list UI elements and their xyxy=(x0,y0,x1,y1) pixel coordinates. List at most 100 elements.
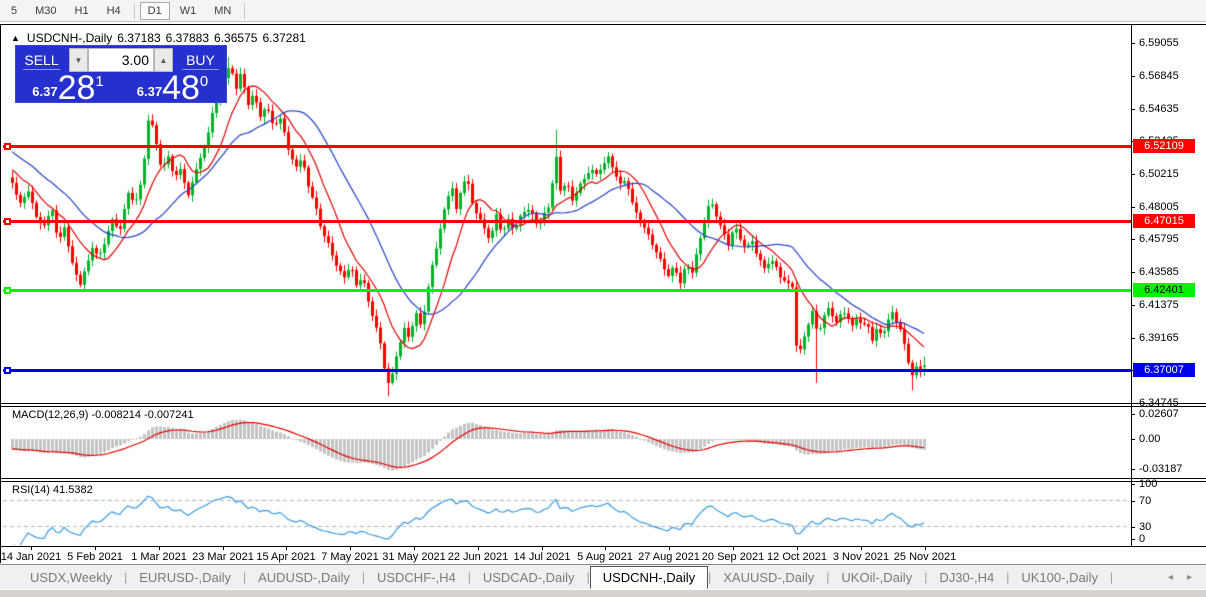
rsi-tick-label: 100 xyxy=(1139,478,1158,490)
symbol-period-label: USDCNH-,Daily xyxy=(26,31,113,45)
timeframe-button-d1[interactable]: D1 xyxy=(139,1,170,20)
rsi-tick-mark xyxy=(1131,526,1135,528)
rsi-tick-mark xyxy=(1131,484,1135,485)
sell-price-button[interactable]: 6.37 28 1 xyxy=(18,69,118,107)
price-tick-label: 6.39165 xyxy=(1139,331,1179,344)
macd-tick-mark xyxy=(1131,439,1135,440)
collapse-trade-panel-icon[interactable]: ▲ xyxy=(11,33,20,43)
chart-tab-bar: USDX,Weekly | EURUSD-,Daily | AUDUSD-,Daily |… xyxy=(0,564,1206,589)
rsi-tick-label: 30 xyxy=(1139,520,1152,533)
rsi-tick-label: 70 xyxy=(1139,494,1152,507)
date-axis-line xyxy=(1,546,1206,547)
price-tick-label: 6.50215 xyxy=(1139,168,1179,181)
rsi-tick-mark xyxy=(1131,539,1135,540)
ohlc-high: 6.37883 xyxy=(165,31,210,45)
price-tick-label: 6.41375 xyxy=(1139,298,1179,311)
chart-tab-dj30-[interactable]: DJ30-,H4 xyxy=(927,567,1006,588)
price-tick-label: 6.56845 xyxy=(1139,69,1179,82)
buy-price-big: 48 xyxy=(162,69,200,107)
date-tick-mark xyxy=(31,546,32,550)
chart-tab-audusd-[interactable]: AUDUSD-,Daily xyxy=(246,567,362,588)
timeframe-button-h1[interactable]: H1 xyxy=(67,2,97,20)
chart-tab-eurusd-[interactable]: EURUSD-,Daily xyxy=(127,567,243,588)
price-tick-label: 6.34745 xyxy=(1139,396,1179,409)
level-line-handle[interactable] xyxy=(4,143,11,150)
date-tick-mark xyxy=(605,546,606,550)
macd-panel-splitter[interactable] xyxy=(1,403,1206,407)
date-tick-label: 15 Apr 2021 xyxy=(256,551,316,563)
horizontal-level-line[interactable] xyxy=(3,288,1131,292)
timeframe-toolbar: 5 M30 H1 H4 D1 W1 MN xyxy=(0,0,1206,22)
macd-tick-label: 0.02607 xyxy=(1139,408,1179,421)
horizontal-level-line[interactable] xyxy=(3,145,1131,148)
date-tick-mark xyxy=(542,546,543,550)
date-tick-mark xyxy=(669,546,670,550)
timeframe-button-h4[interactable]: H4 xyxy=(99,2,129,20)
date-tick-label: 25 Nov 2021 xyxy=(893,551,957,563)
chart-tab-usdcad-[interactable]: USDCAD-,Daily xyxy=(471,567,587,588)
date-tick-mark xyxy=(159,546,160,550)
price-tick-label: 6.59055 xyxy=(1139,37,1179,50)
chart-window[interactable]: ▲ USDCNH-,Daily 6.37183 6.37883 6.36575 … xyxy=(0,24,1206,564)
date-tick-label: 22 Jun 2021 xyxy=(447,551,509,563)
rsi-panel-splitter[interactable] xyxy=(1,478,1206,482)
date-tick-label: 14 Jan 2021 xyxy=(0,551,62,563)
level-line-handle[interactable] xyxy=(4,218,11,226)
price-tick-mark xyxy=(1131,337,1135,339)
date-tick-label: 27 Aug 2021 xyxy=(638,551,700,563)
tab-scroll-nav: ◂ ▸ xyxy=(1168,572,1192,583)
level-price-label: 6.52109 xyxy=(1133,139,1195,153)
price-tick-mark xyxy=(1131,402,1135,404)
price-tick-mark xyxy=(1131,272,1135,274)
sell-button-label: SELL xyxy=(24,51,59,68)
date-tick-label: 20 Sep 2021 xyxy=(701,551,765,563)
date-tick-mark xyxy=(861,546,862,550)
chart-tab-usdx[interactable]: USDX,Weekly xyxy=(18,567,124,588)
date-tick-mark xyxy=(925,546,926,550)
price-tick-mark xyxy=(1131,174,1135,176)
tab-scroll-left-icon[interactable]: ◂ xyxy=(1168,572,1173,583)
timeframe-button-w1[interactable]: W1 xyxy=(172,2,205,20)
level-line-handle[interactable] xyxy=(4,366,11,374)
price-tick-mark xyxy=(1131,108,1135,110)
horizontal-level-line[interactable] xyxy=(3,220,1131,224)
chart-tab-xauusd-[interactable]: XAUUSD-,Daily xyxy=(711,567,826,588)
date-tick-mark xyxy=(95,546,96,550)
date-tick-label: 5 Feb 2021 xyxy=(67,551,123,563)
tab-scroll-right-icon[interactable]: ▸ xyxy=(1187,572,1192,583)
macd-tick-mark xyxy=(1131,468,1135,470)
date-tick-label: 7 May 2021 xyxy=(321,551,379,563)
timeframe-button-5[interactable]: 5 xyxy=(3,2,25,20)
chart-tabs: USDX,Weekly | EURUSD-,Daily | AUDUSD-,Daily |… xyxy=(18,565,1114,589)
sell-price-big: 28 xyxy=(57,69,96,107)
price-tick-mark xyxy=(1131,206,1135,208)
buy-price-button[interactable]: 6.37 48 0 xyxy=(121,69,224,107)
one-click-trade-panel: SELL ▼ ▲ BUY 6.37 28 1 xyxy=(15,45,227,107)
price-tick-mark xyxy=(1131,75,1135,77)
price-tick-label: 6.54635 xyxy=(1139,102,1179,115)
date-tick-mark xyxy=(223,546,224,550)
rsi-tick-label: 0 xyxy=(1139,533,1146,545)
chart-tab-usdchf-[interactable]: USDCHF-,H4 xyxy=(365,567,468,588)
date-tick-label: 1 Mar 2021 xyxy=(131,551,187,563)
macd-tick-label: 0.00 xyxy=(1139,433,1161,445)
horizontal-level-line[interactable] xyxy=(3,368,1131,372)
price-tick-mark xyxy=(1131,239,1135,241)
level-price-label: 6.37007 xyxy=(1133,362,1195,377)
timeframe-button-m30[interactable]: M30 xyxy=(27,2,64,20)
status-strip xyxy=(0,589,1206,597)
price-tick-mark xyxy=(1131,43,1135,45)
date-tick-mark xyxy=(350,546,351,550)
level-line-handle[interactable] xyxy=(4,286,11,294)
price-tick-mark xyxy=(1131,304,1135,306)
timeframe-button-mn[interactable]: MN xyxy=(206,2,239,20)
ohlc-close: 6.37281 xyxy=(262,31,306,45)
price-tick-label: 6.48005 xyxy=(1139,200,1179,213)
rsi-tick-mark xyxy=(1131,500,1135,502)
tab-separator: | xyxy=(1109,570,1114,584)
chart-tab-ukoil-[interactable]: UKOil-,Daily xyxy=(829,567,924,588)
chart-tab-uk100-[interactable]: UK100-,Daily xyxy=(1009,567,1110,588)
chart-tab-usdcnh-[interactable]: USDCNH-,Daily xyxy=(589,565,709,589)
macd-tick-mark xyxy=(1131,414,1135,416)
volume-input[interactable] xyxy=(88,48,154,72)
